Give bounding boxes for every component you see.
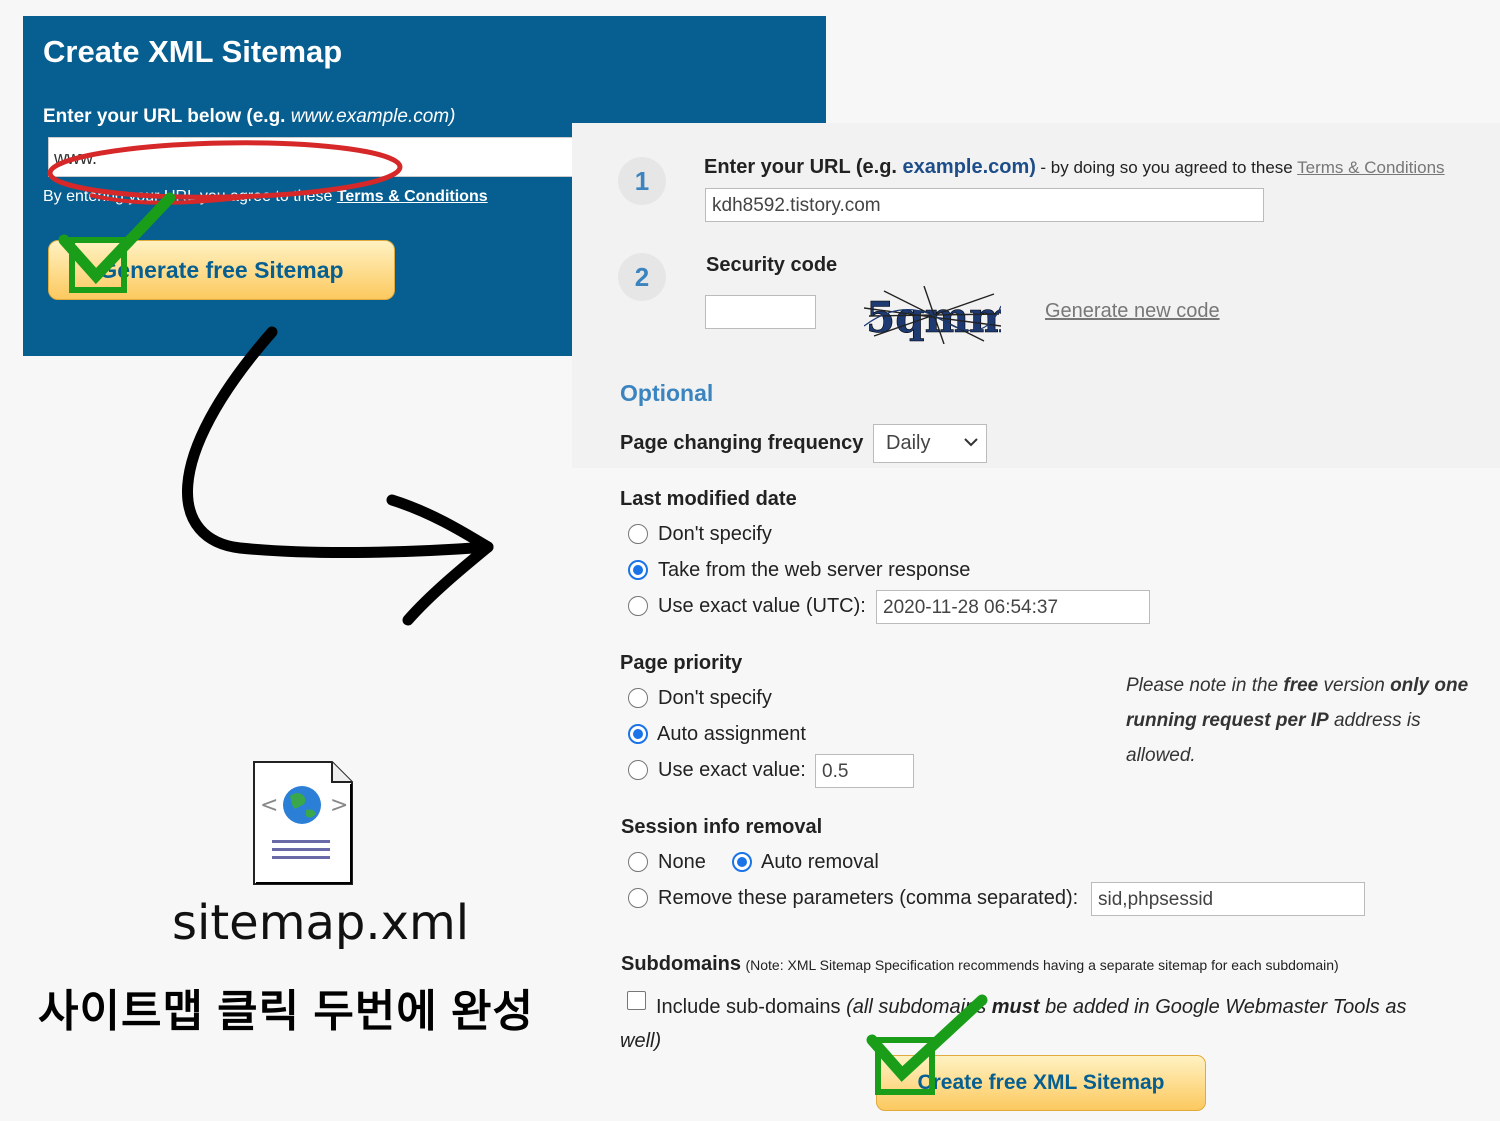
agree-text-left: By entering your URL you agree to these …	[43, 188, 488, 206]
last-modified-dont-specify-radio[interactable]	[628, 524, 648, 544]
frequency-value: Daily	[886, 432, 931, 454]
terms-link-left[interactable]: Terms & Conditions	[337, 188, 488, 205]
generate-new-code-link[interactable]: Generate new code	[1045, 300, 1220, 323]
terms-link[interactable]: Terms & Conditions	[1297, 158, 1444, 177]
step1-heading: Enter your URL (e.g. example.com) - by d…	[704, 156, 1445, 179]
captcha-image: 5qmmx	[863, 285, 1040, 345]
session-params-radio[interactable]	[628, 888, 648, 908]
url-prompt-example: www.example.com)	[290, 106, 456, 127]
url-input-left[interactable]: www.	[48, 137, 608, 177]
free-version-note: Please note in the free version only one…	[1126, 668, 1476, 773]
priority-option-label: Don't specify	[658, 687, 772, 709]
frequency-select[interactable]: Daily	[873, 424, 987, 463]
session-none-radio[interactable]	[628, 852, 648, 872]
priority-option-label: Auto assignment	[657, 723, 806, 745]
subdomains-heading: Subdomains (Note: XML Sitemap Specificat…	[621, 953, 1339, 976]
generate-free-sitemap-button[interactable]: Generate free Sitemap	[48, 240, 395, 300]
subdomains-italic: (all subdomains	[846, 996, 992, 1018]
security-code-input[interactable]	[705, 295, 816, 329]
last-modified-option-label: Don't specify	[658, 523, 772, 545]
priority-option-label: Use exact value:	[658, 759, 806, 781]
page-frequency-label: Page changing frequency	[620, 432, 864, 454]
url-prompt: Enter your URL below (e.g. www.example.c…	[43, 106, 455, 128]
last-modified-exact-input[interactable]: 2020-11-28 06:54:37	[876, 590, 1150, 624]
optional-heading: Optional	[620, 380, 714, 406]
step1-note: - by doing so you agreed to these	[1040, 158, 1298, 177]
url-input[interactable]: kdh8592.tistory.com	[705, 188, 1264, 222]
arrow-head-icon	[386, 494, 494, 626]
curved-arrow-icon	[182, 326, 494, 559]
session-option-label: Remove these parameters (comma separated…	[658, 887, 1079, 909]
step1-example: example.com)	[902, 156, 1036, 178]
note-bold-free: free	[1283, 675, 1319, 696]
priority-exact-radio[interactable]	[628, 760, 648, 780]
panel-title: Create XML Sitemap	[43, 34, 343, 69]
subdomains-note: (Note: XML Sitemap Specification recomme…	[745, 957, 1339, 973]
note-text: Please note in the	[1126, 675, 1284, 696]
url-prompt-text: Enter your URL below (e.g.	[43, 106, 291, 127]
last-modified-exact-radio[interactable]	[628, 596, 648, 616]
last-modified-option-label: Take from the web server response	[658, 559, 971, 581]
chevron-down-icon	[964, 438, 978, 447]
agree-text: By entering your URL you agree to these	[43, 188, 337, 205]
svg-text:<: <	[260, 793, 278, 818]
include-subdomains-label: Include sub-domains	[656, 996, 841, 1018]
session-removal-label: Session info removal	[621, 816, 823, 838]
step-1-badge: 1	[618, 157, 666, 205]
subdomains-label: Subdomains	[621, 953, 742, 975]
caption: 사이트맵 클릭 두번에 완성	[38, 987, 534, 1036]
step-2-badge: 2	[618, 253, 666, 301]
last-modified-server-response-radio[interactable]	[628, 560, 648, 580]
subdomains-italic-bold: must	[991, 996, 1040, 1018]
security-code-label: Security code	[706, 254, 838, 276]
note-text: version	[1318, 675, 1391, 696]
priority-dont-specify-radio[interactable]	[628, 688, 648, 708]
session-option-label: Auto removal	[761, 851, 879, 873]
priority-auto-radio[interactable]	[628, 724, 648, 744]
session-auto-radio[interactable]	[732, 852, 752, 872]
session-params-input[interactable]: sid,phpsessid	[1091, 882, 1365, 916]
file-name: sitemap.xml	[172, 895, 470, 951]
session-option-label: None	[658, 851, 706, 873]
svg-text:>: >	[330, 793, 348, 818]
priority-exact-input[interactable]: 0.5	[815, 754, 914, 788]
xml-file-icon: < >	[252, 760, 354, 886]
last-modified-label: Last modified date	[620, 488, 797, 510]
page-priority-label: Page priority	[620, 652, 743, 674]
last-modified-option-label: Use exact value (UTC):	[658, 595, 866, 617]
create-free-xml-sitemap-button[interactable]: Create free XML Sitemap	[876, 1055, 1206, 1111]
include-subdomains-text: Include sub-domains (all subdomains must…	[620, 990, 1450, 1058]
step1-label: Enter your URL (e.g.	[704, 156, 903, 178]
